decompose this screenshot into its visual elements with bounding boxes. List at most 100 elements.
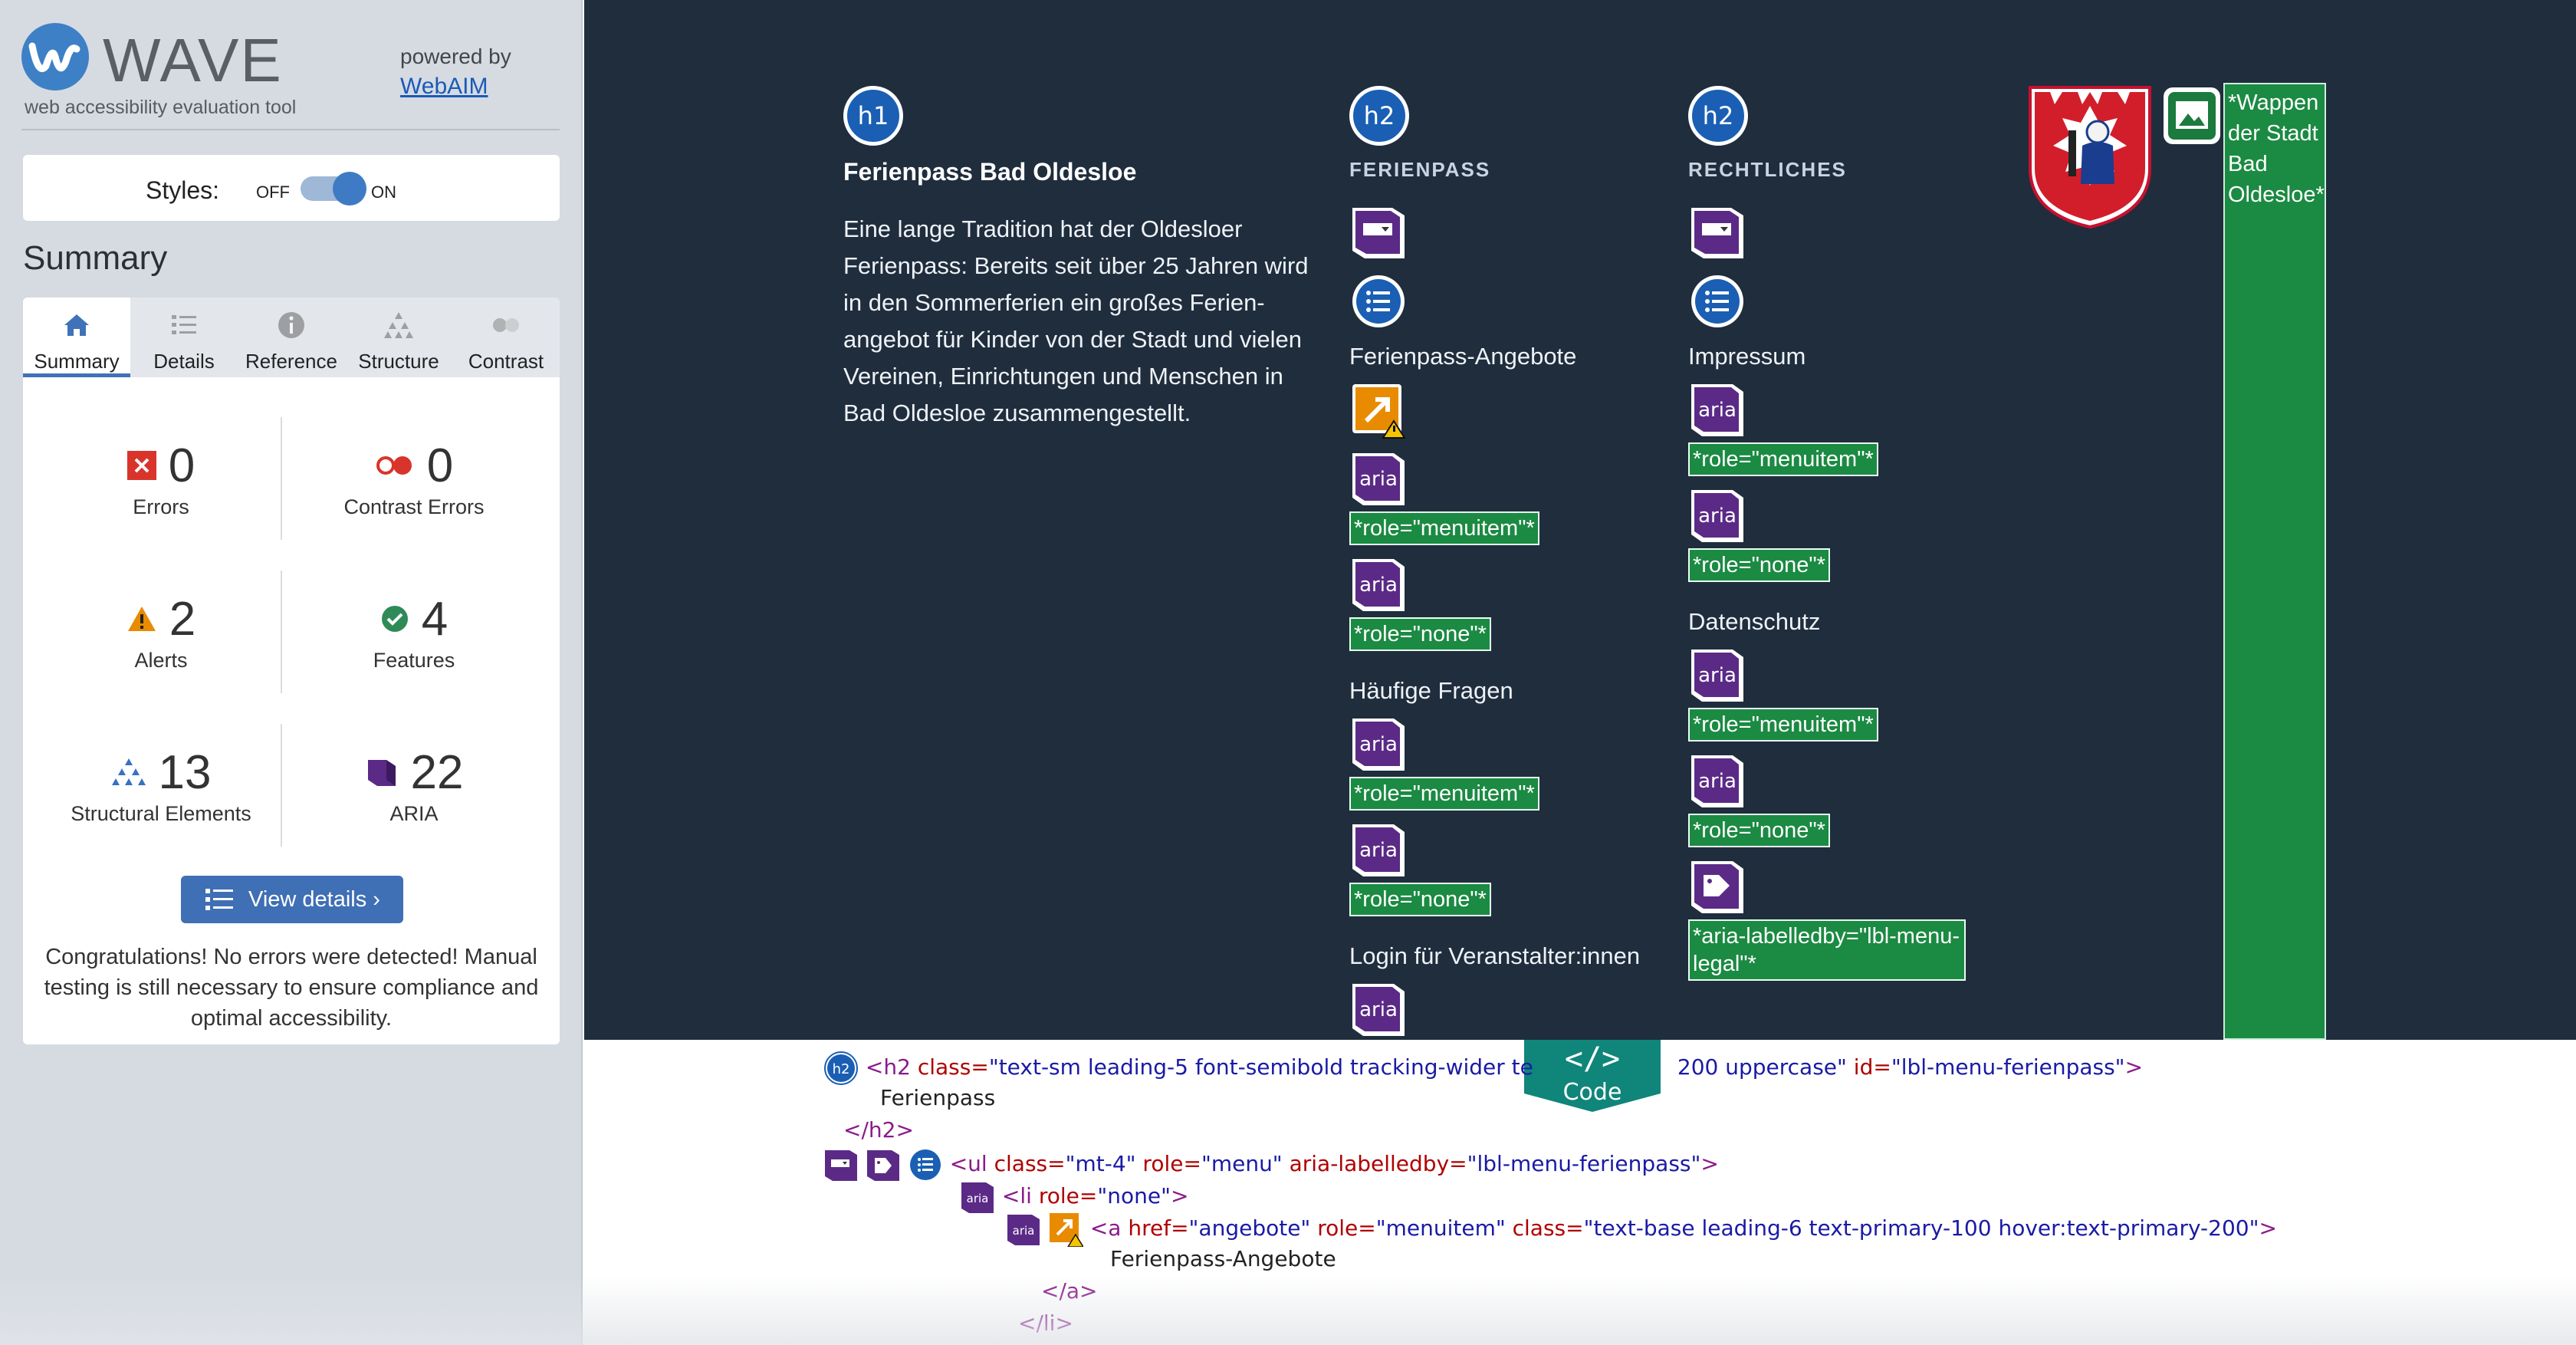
contrast-errors-label: Contrast Errors [343,495,485,518]
stat-features[interactable]: 4 Features [291,592,537,672]
view-details-label: View details › [248,886,380,912]
aria-badge-icon[interactable]: aria [1006,1212,1041,1247]
aria-text: aria [1698,770,1737,793]
code-value: "mt-4" [1065,1151,1136,1176]
tab-contrast-label: Contrast [468,350,544,373]
alerts-label: Alerts [134,649,188,672]
stat-errors[interactable]: 0 Errors [38,439,284,519]
tab-structure-label: Structure [358,350,439,373]
footer-link-angebote[interactable]: Ferienpass-Angebote [1349,343,1671,370]
menu-list-aria-icon[interactable] [1349,203,1408,261]
aria-label-tag-icon[interactable] [1688,858,1746,916]
stat-contrast-errors[interactable]: 0 Contrast Errors [291,439,537,519]
contrast-error-icon [376,456,412,475]
aria-badge-icon[interactable]: aria [1349,821,1408,880]
footer-link-login[interactable]: Login für Veranstalter:innen [1349,942,1671,970]
aria-labelledby-tag: *aria-labelledby="lbl-menu-legal"* [1688,919,1966,981]
view-details-button[interactable]: View details › [181,876,403,923]
code-tag: > [1700,1151,1719,1176]
aria-text: aria [1698,664,1737,687]
h1-badge-icon[interactable]: h1 [843,86,903,146]
aria-badge-icon[interactable]: aria [1688,752,1746,811]
aria-badge-icon[interactable]: aria [1349,715,1408,774]
code-line-li-open: aria <li role="none"> [960,1179,1188,1215]
tab-details[interactable]: Details [130,298,238,377]
code-tag: <h2 [865,1054,911,1080]
tab-reference[interactable]: Reference [238,298,345,377]
image-alt-feature-icon[interactable] [2162,86,2222,146]
menu-list-aria-icon[interactable] [823,1147,859,1182]
toggle-knob[interactable] [333,172,366,206]
aria-text: aria [1359,733,1398,756]
tab-details-label: Details [153,350,215,373]
aria-text: aria [1359,574,1398,597]
code-attr: role= [1031,1183,1098,1209]
h2-badge-icon[interactable]: h2 [1349,86,1409,146]
summary-heading: Summary [23,239,168,277]
code-tag: > [2124,1054,2144,1080]
code-tag: > [1170,1183,1189,1209]
styles-label: Styles: [146,176,220,204]
footer-column-legal: h2 RECHTLICHES Impressum aria *role="men… [1688,86,2010,981]
code-value: "lbl-menu-ferienpass" [1891,1054,2125,1080]
aria-text: aria [1359,468,1398,491]
code-attr: class= [910,1054,989,1080]
coat-of-arms-image [2029,86,2151,229]
footer-link-datenschutz[interactable]: Datenschutz [1688,608,2010,636]
stat-aria[interactable]: 22 ARIA [291,745,537,826]
aria-badge-icon[interactable]: aria [1688,381,1746,439]
aria-badge-icon[interactable]: aria [1349,556,1408,614]
code-value: "text-sm leading-5 font-semibold trackin… [988,1054,1533,1080]
info-icon [278,312,304,338]
list-feature-icon[interactable] [1688,272,1746,330]
list-feature-icon[interactable] [1349,272,1408,330]
errors-count: 0 [168,439,196,492]
role-none-tag: *role="none"* [1349,617,1491,651]
code-line-h2-close: </h2> [843,1117,914,1143]
code-value: "text-base leading-6 text-primary-100 ho… [1583,1215,2259,1241]
footer-link-impressum[interactable]: Impressum [1688,343,2010,370]
stat-structural[interactable]: 13 Structural Elements [38,745,284,826]
styles-toggle-box: Styles: OFF ON [23,155,560,221]
list-feature-icon[interactable] [908,1147,943,1182]
webaim-link[interactable]: WebAIM [400,74,488,100]
code-tag: > [2259,1215,2277,1241]
aria-badge-icon[interactable]: aria [1349,450,1408,508]
aria-badge-icon[interactable]: aria [1349,981,1408,1039]
aria-badge-icon[interactable]: aria [1688,646,1746,705]
footer-link-faq[interactable]: Häufige Fragen [1349,677,1671,705]
aria-badge-icon[interactable]: aria [960,1179,995,1215]
structure-icon [111,758,146,785]
h2-badge-icon[interactable]: h2 [823,1051,859,1086]
alt-text-tag: *Wappen der Stadt Bad Oldesloe* [2223,83,2326,1040]
tab-summary[interactable]: Summary [23,298,130,377]
code-value: "angebote" [1188,1215,1311,1241]
aria-count: 22 [410,745,464,799]
new-window-alert-icon[interactable] [1349,381,1408,439]
feature-check-icon [381,606,408,632]
structural-label: Structural Elements [71,802,251,825]
powered-by-label: powered by [400,44,511,68]
footer-heading-ferienpass: FERIENPASS [1349,158,1491,181]
sidebar-divider [21,129,560,130]
role-menuitem-tag: *role="menuitem"* [1688,708,1878,742]
role-none-tag: *role="none"* [1688,814,1830,847]
code-value: "none" [1097,1183,1171,1209]
styles-toggle-switch[interactable] [301,172,366,206]
new-window-alert-icon[interactable] [1048,1212,1083,1247]
aria-text: aria [1359,998,1398,1021]
stat-alerts[interactable]: 2 Alerts [38,592,284,672]
h2-badge-icon[interactable]: h2 [1688,86,1748,146]
errors-label: Errors [133,495,189,518]
wave-logo-text: WAVE [103,26,283,94]
menu-list-aria-icon[interactable] [1688,203,1746,261]
tab-contrast[interactable]: Contrast [452,298,560,377]
tab-structure[interactable]: Structure [345,298,452,377]
aria-badge-icon[interactable]: aria [1688,487,1746,545]
wave-tagline: web accessibility evaluation tool [25,97,297,118]
aria-text: aria [1698,399,1737,422]
code-attr: role= [1135,1151,1201,1176]
code-value: 200 uppercase" [1677,1054,1847,1080]
footer-column-ferienpass: h2 FERIENPASS Ferienpass-Angebote aria *… [1349,86,1671,1039]
aria-label-tag-icon[interactable] [866,1147,901,1182]
